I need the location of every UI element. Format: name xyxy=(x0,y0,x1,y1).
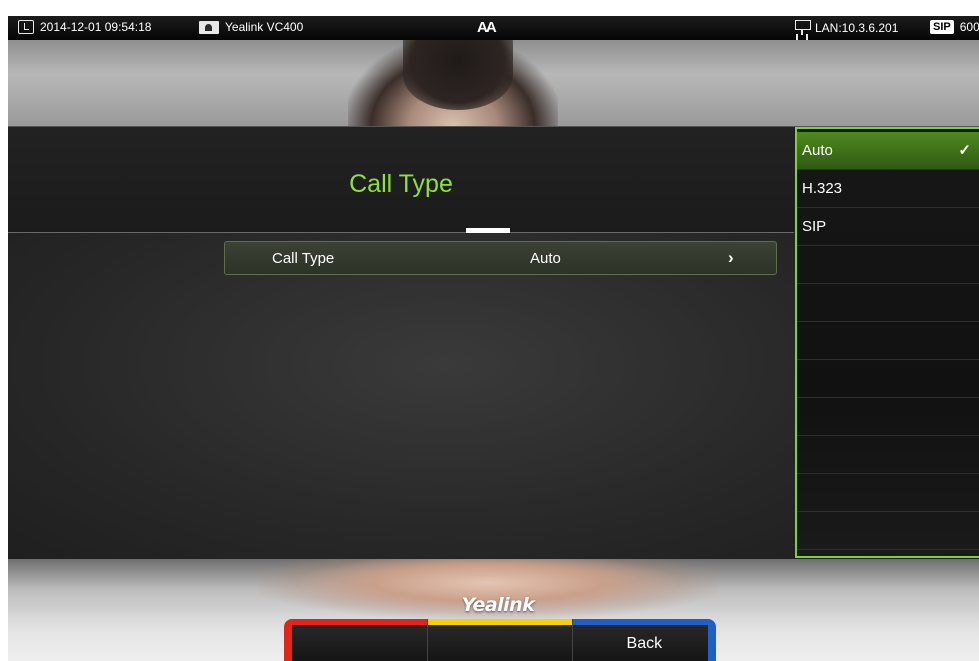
settings-panel: Call Type Call Type Auto › Auto ✓ H.323 … xyxy=(8,126,979,559)
empty-list-row xyxy=(797,284,979,322)
page-title: Call Type xyxy=(349,170,453,198)
chevron-right-icon: › xyxy=(728,248,734,267)
call-type-option-list: Auto ✓ H.323 SIP xyxy=(795,127,979,558)
checkmark-icon: ✓ xyxy=(958,142,971,159)
status-bar: 2014-12-01 09:54:18 Yealink VC400 AA LAN… xyxy=(8,16,979,40)
empty-list-row xyxy=(797,512,979,550)
softkey-bar: Back xyxy=(284,619,716,661)
softkey-red[interactable] xyxy=(284,619,429,661)
title-underline xyxy=(466,228,510,233)
empty-list-row xyxy=(797,474,979,512)
title-area: Call Type xyxy=(8,127,794,233)
empty-list-row xyxy=(797,398,979,436)
device-item: Yealink VC400 xyxy=(199,20,303,34)
font-size-toggle[interactable]: AA xyxy=(477,19,497,36)
option-auto[interactable]: Auto ✓ xyxy=(797,132,979,170)
empty-list-row xyxy=(797,436,979,474)
video-person-hair xyxy=(403,40,513,110)
empty-list-row xyxy=(797,246,979,284)
setting-label: Call Type xyxy=(272,250,335,267)
sip-badge: SIP xyxy=(930,20,954,34)
softkey-label: Back xyxy=(626,635,663,652)
option-sip[interactable]: SIP xyxy=(797,208,979,246)
yealink-logo: Yealink xyxy=(461,594,535,616)
sip-account-item: SIP 600 xyxy=(930,20,979,34)
softkey-yellow[interactable] xyxy=(428,619,573,661)
font-size-icon: AA xyxy=(477,19,497,36)
sip-account: 600 xyxy=(959,20,979,34)
network-item: LAN:10.3.6.201 xyxy=(795,20,898,35)
option-h323[interactable]: H.323 xyxy=(797,170,979,208)
device-name: Yealink VC400 xyxy=(225,20,304,34)
back-button[interactable]: Back xyxy=(572,619,716,661)
clock-icon xyxy=(18,20,34,34)
setting-value: Auto xyxy=(530,250,561,267)
screen: 2014-12-01 09:54:18 Yealink VC400 AA LAN… xyxy=(8,16,979,661)
option-label: Auto xyxy=(802,142,833,159)
softkey-red-edge xyxy=(284,619,292,661)
network-address: LAN:10.3.6.201 xyxy=(815,20,899,35)
option-label: H.323 xyxy=(802,180,843,197)
call-type-setting-row[interactable]: Call Type Auto › xyxy=(224,241,777,275)
datetime-text: 2014-12-01 09:54:18 xyxy=(40,20,152,34)
empty-list-row xyxy=(797,360,979,398)
lan-icon xyxy=(795,20,811,35)
empty-list-row xyxy=(797,322,979,360)
datetime-item: 2014-12-01 09:54:18 xyxy=(18,20,151,34)
monitor-icon xyxy=(199,20,219,34)
option-label: SIP xyxy=(802,218,827,235)
softkey-blue-edge xyxy=(708,619,716,661)
